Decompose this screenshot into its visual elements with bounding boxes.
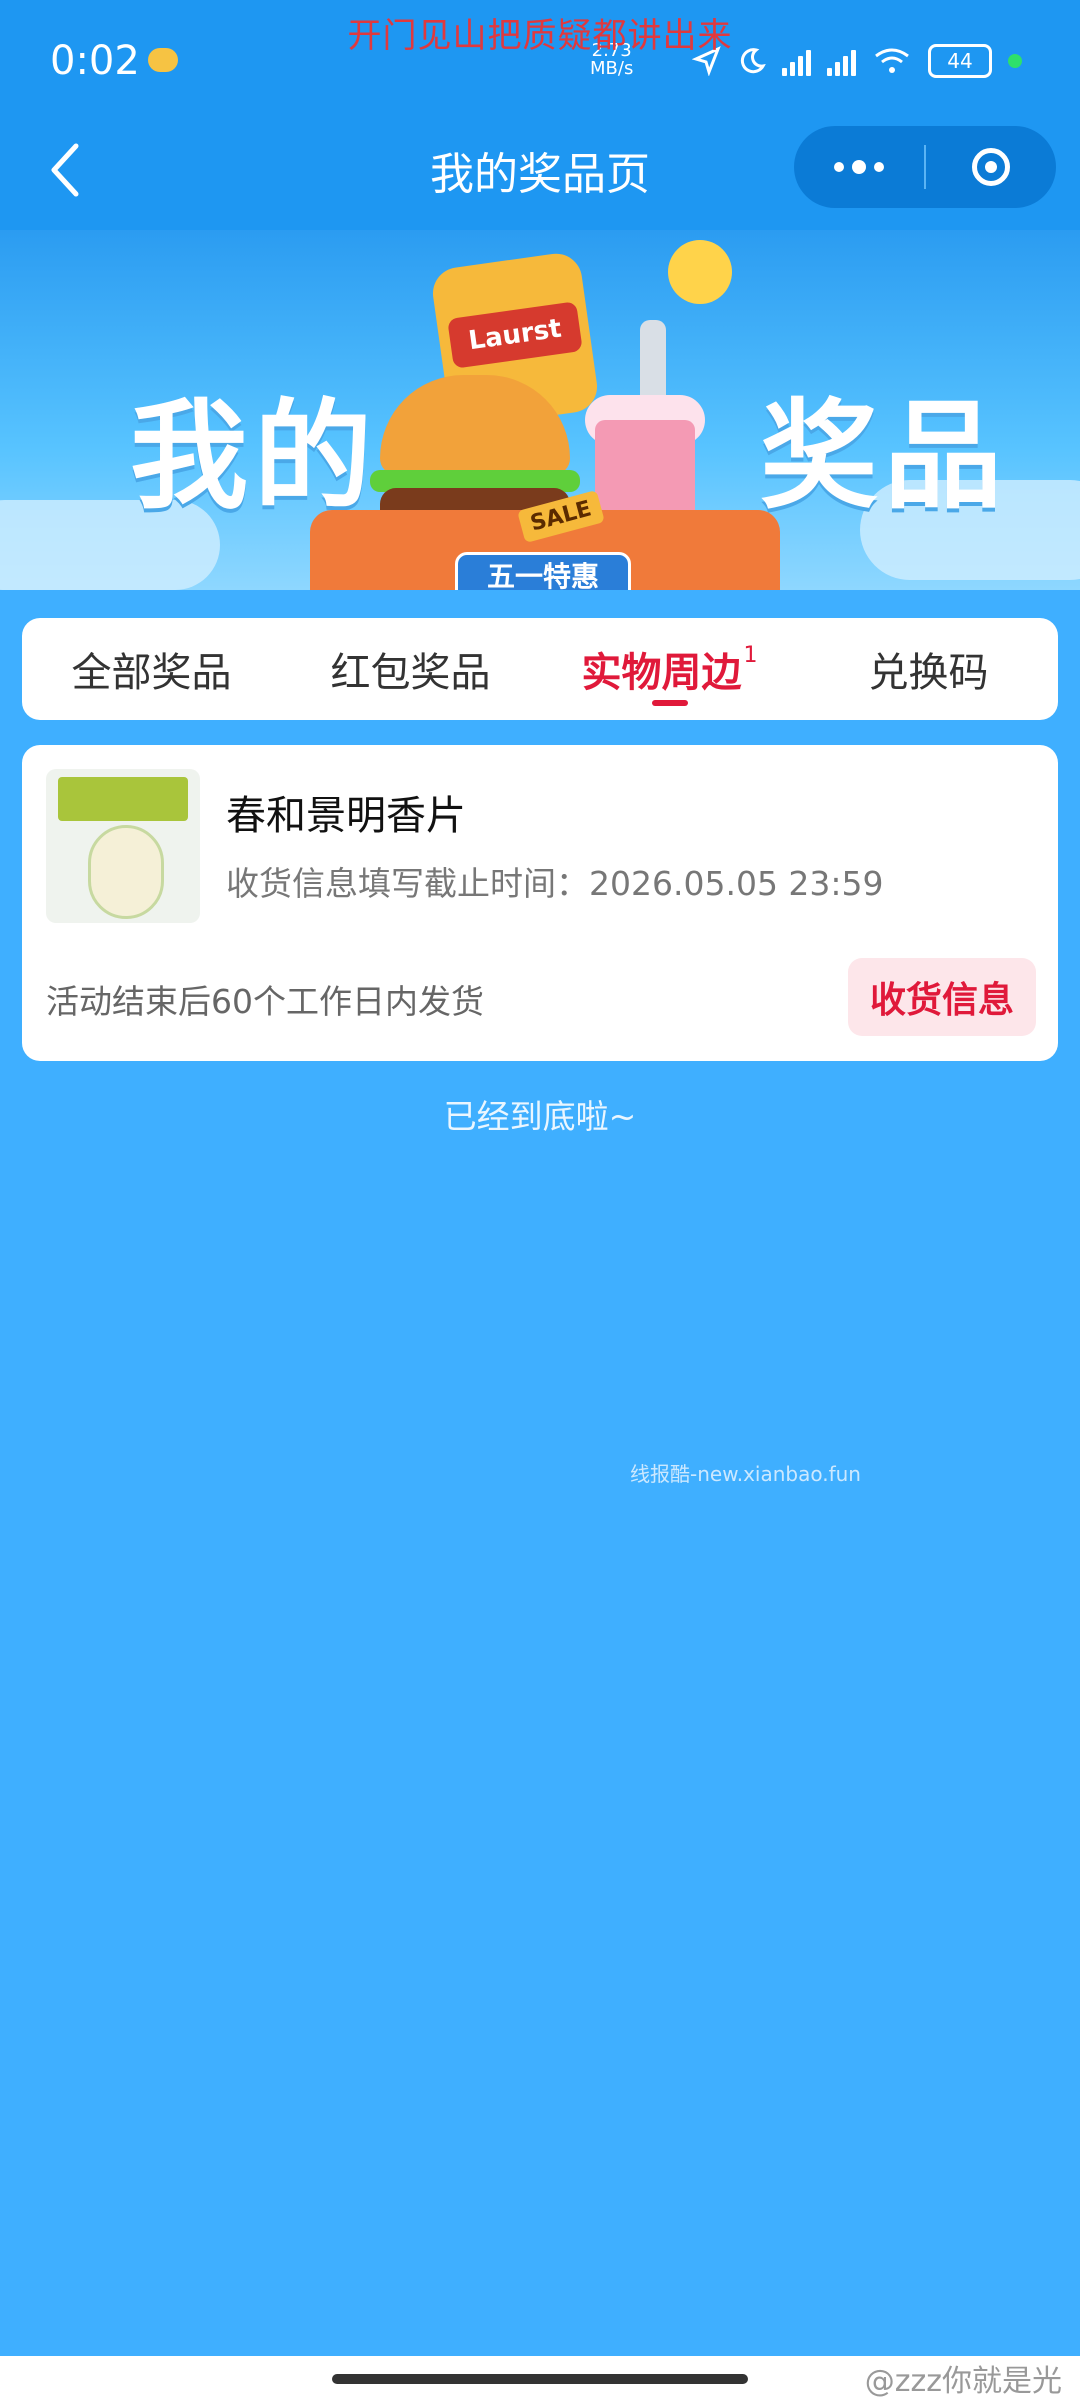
thumbnail-tag-image	[88, 825, 164, 919]
overlay-caption: 开门见山把质疑都讲出来	[347, 16, 733, 56]
shipping-note: 活动结束后60个工作日内发货	[46, 982, 484, 1021]
active-tab-indicator	[651, 700, 688, 706]
tab-count-badge: 1	[743, 642, 758, 668]
watermark: 线报酷-new.xianbao.fun	[630, 1462, 861, 1486]
target-icon	[972, 148, 1010, 186]
banner-text-left: 我的	[130, 387, 379, 525]
banner-text-right: 奖品	[760, 387, 1009, 525]
shipping-info-button[interactable]: 收货信息	[848, 958, 1036, 1036]
sun-icon	[668, 240, 732, 304]
hero-banner: 我的 奖品 Laurst SALE 五一特惠	[0, 230, 1080, 590]
chips-brand-text: Laurst	[466, 313, 564, 357]
more-dots-icon	[834, 160, 884, 174]
tab-physical-merch[interactable]: 实物周边 1	[540, 618, 799, 720]
tab-red-packet-prizes[interactable]: 红包奖品	[281, 618, 540, 720]
prize-thumbnail[interactable]	[46, 769, 200, 923]
prize-card: 春和景明香片 收货信息填写截止时间：2026.05.05 23:59 活动结束后…	[22, 745, 1058, 1061]
tab-label: 实物周边	[581, 650, 742, 696]
footer-credit: @zzz你就是光	[864, 2364, 1062, 2399]
promo-label: 五一特惠	[455, 552, 631, 590]
close-miniapp-button[interactable]	[926, 126, 1056, 208]
nav-bar: 我的奖品页	[0, 110, 1080, 230]
tab-label: 兑换码	[868, 650, 989, 696]
tab-label: 全部奖品	[71, 650, 232, 696]
deadline-value: 2026.05.05 23:59	[589, 864, 884, 903]
net-rate-unit: MB/s	[590, 58, 634, 79]
prize-deadline: 收货信息填写截止时间：2026.05.05 23:59	[226, 857, 884, 905]
tab-all-prizes[interactable]: 全部奖品	[22, 618, 281, 720]
tab-label: 红包奖品	[330, 650, 491, 696]
miniapp-capsule	[794, 126, 1056, 208]
prize-tabs: 全部奖品 红包奖品 实物周边 1 兑换码	[22, 618, 1058, 720]
more-button[interactable]	[794, 126, 924, 208]
prize-title: 春和景明香片	[226, 793, 466, 839]
deadline-label: 收货信息填写截止时间：	[226, 864, 589, 903]
list-end-text: 已经到底啦~	[443, 1097, 637, 1136]
thumbnail-header-band	[58, 777, 188, 821]
home-indicator[interactable]	[332, 2374, 748, 2384]
tab-redeem-codes[interactable]: 兑换码	[799, 618, 1058, 720]
